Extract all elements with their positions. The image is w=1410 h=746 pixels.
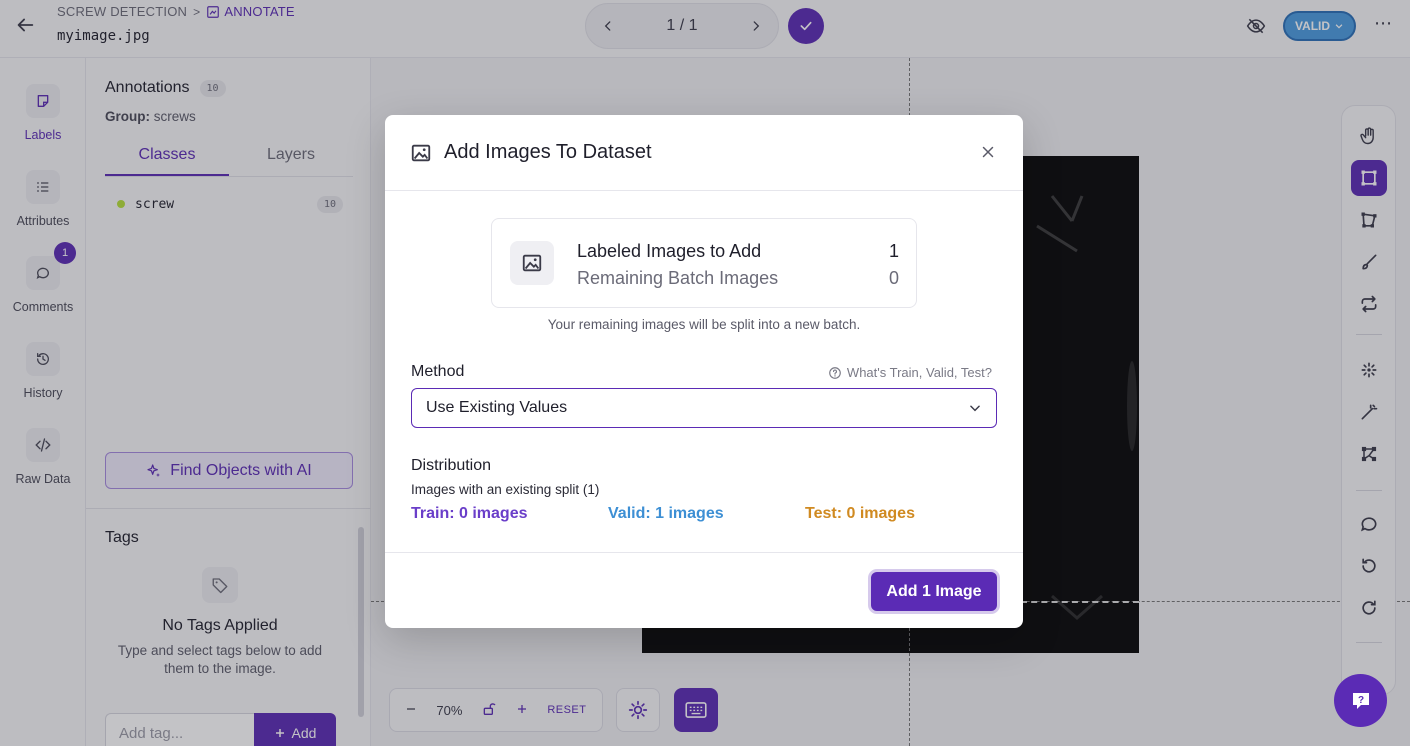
help-chat-button[interactable]: ? [1334,674,1387,727]
test-count: Test: 0 images [805,505,915,522]
images-summary-card: Labeled Images to Add Remaining Batch Im… [491,218,917,308]
remaining-images-label: Remaining Batch Images [577,268,779,288]
image-icon [510,241,554,285]
remaining-images-count: 0 [888,268,899,288]
image-icon [411,144,431,162]
distribution-subtitle: Images with an existing split (1) [411,482,600,497]
help-chat-icon: ? [1352,692,1369,709]
dialog-footer: Add 1 Image [385,552,1023,628]
chevron-down-icon [970,405,980,412]
help-link-label: What's Train, Valid, Test? [846,365,992,380]
valid-count: Valid: 1 images [608,505,724,522]
labeled-images-count: 1 [888,241,899,261]
close-icon[interactable] [979,143,997,161]
method-select[interactable]: Use Existing Values [411,388,997,428]
question-circle-icon [829,366,841,379]
add-images-dialog: Add Images To Dataset Labeled Images to … [385,115,1023,628]
method-select-value: Use Existing Values [426,399,568,416]
add-image-button[interactable]: Add 1 Image [871,572,997,611]
dialog-header: Add Images To Dataset [385,115,1023,191]
labeled-images-label: Labeled Images to Add [577,241,762,261]
method-label: Method [411,363,465,380]
train-valid-test-help-link[interactable]: What's Train, Valid, Test? [828,365,992,380]
distribution-label: Distribution [411,457,492,474]
dialog-title: Add Images To Dataset [444,141,652,163]
train-count: Train: 0 images [411,505,528,522]
split-note: Your remaining images will be split into… [547,317,861,332]
svg-text:?: ? [1357,695,1363,706]
